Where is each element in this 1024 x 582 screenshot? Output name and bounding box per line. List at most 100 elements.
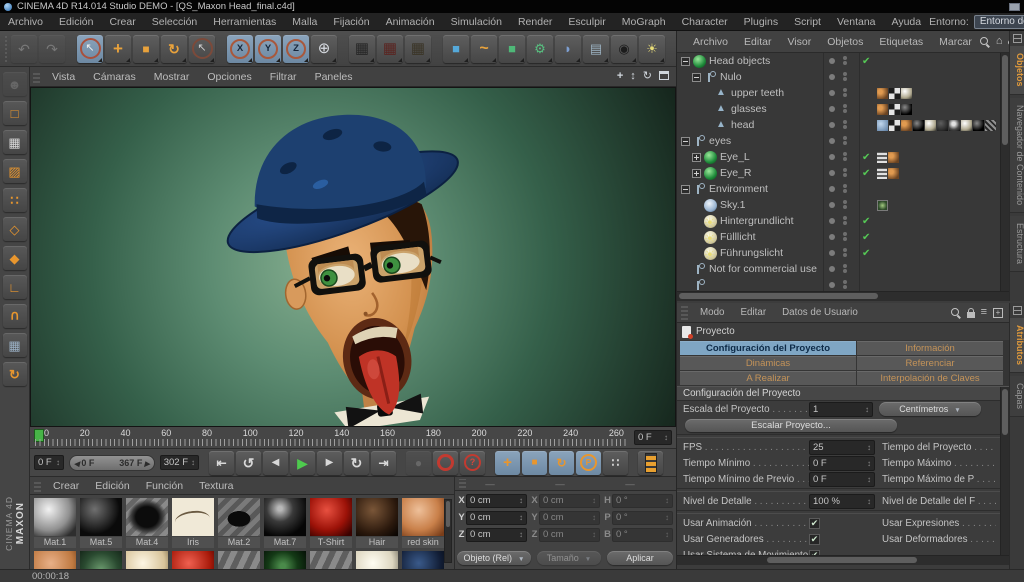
- material-item[interactable]: [80, 551, 122, 569]
- object-tree-row[interactable]: Sky.1: [677, 197, 1009, 213]
- viewport-zoom-icon[interactable]: [630, 71, 636, 82]
- expander-icon[interactable]: [681, 185, 690, 194]
- edges-mode-button[interactable]: [3, 217, 27, 241]
- live-selection-button[interactable]: [77, 35, 103, 63]
- enabled-check-icon[interactable]: [862, 168, 870, 179]
- position-field[interactable]: Z 0 cm: [457, 527, 527, 542]
- attribute-hscrollbar[interactable]: [677, 555, 1009, 565]
- key-parameter-button[interactable]: [576, 451, 601, 475]
- axis-mode-button[interactable]: [3, 275, 27, 299]
- visibility-dot[interactable]: [829, 90, 835, 96]
- scale-project-button[interactable]: Escalar Proyecto...: [685, 419, 897, 432]
- viewport-menu-item[interactable]: Mostrar: [145, 71, 199, 83]
- menu-item[interactable]: Ayuda: [884, 16, 930, 28]
- viewport-menu-item[interactable]: Filtrar: [261, 71, 306, 83]
- spinner-icon[interactable]: [864, 459, 871, 468]
- spinner-icon[interactable]: [188, 458, 195, 467]
- material-item[interactable]: T-Shirt: [310, 498, 352, 548]
- visibility-dot[interactable]: [829, 282, 835, 288]
- convert-sculpt-button[interactable]: [3, 72, 27, 96]
- position-field[interactable]: X 0 cm: [457, 493, 527, 508]
- material-item[interactable]: [356, 551, 398, 569]
- previous-frame-button[interactable]: [263, 451, 288, 475]
- object-manager-menu-item[interactable]: Editar: [736, 36, 779, 48]
- visibility-toggles[interactable]: [843, 120, 847, 129]
- material-item[interactable]: Mat.2: [218, 498, 260, 548]
- viewport-menu-item[interactable]: Paneles: [306, 71, 362, 83]
- size-field[interactable]: Z 0 cm: [530, 527, 600, 542]
- texture-tag[interactable]: [889, 120, 900, 131]
- key-position-button[interactable]: [495, 451, 520, 475]
- expander-icon[interactable]: [703, 121, 712, 130]
- material-item[interactable]: [34, 551, 76, 569]
- visibility-toggles[interactable]: [843, 248, 847, 257]
- split-panel-icon[interactable]: [1013, 306, 1022, 315]
- texture-tag[interactable]: [937, 120, 948, 131]
- viewport-rotate-icon[interactable]: [643, 71, 652, 82]
- key-pla-button[interactable]: [603, 451, 628, 475]
- texture-tag[interactable]: [901, 104, 912, 115]
- visibility-toggles[interactable]: [843, 264, 847, 273]
- visibility-toggles[interactable]: [843, 280, 847, 289]
- parameter-field[interactable]: 25: [809, 440, 875, 455]
- object-tree-row[interactable]: Head objects: [677, 53, 1009, 69]
- object-tree-row[interactable]: [677, 277, 1009, 291]
- visibility-toggles[interactable]: [843, 72, 847, 81]
- viewport-pan-icon[interactable]: [617, 71, 623, 82]
- material-item[interactable]: Hair: [356, 498, 398, 548]
- attribute-tab[interactable]: Dinámicas: [680, 356, 856, 370]
- menu-item[interactable]: Crear: [101, 16, 143, 28]
- visibility-dot[interactable]: [829, 170, 835, 176]
- spinner-icon[interactable]: [661, 433, 668, 442]
- keyframe-selection-button[interactable]: [460, 451, 485, 475]
- lock-icon[interactable]: [967, 312, 975, 318]
- menu-item[interactable]: Plugins: [736, 16, 786, 28]
- coordinate-mode-dropdown[interactable]: Objeto (Rel): [457, 551, 531, 565]
- expander-icon[interactable]: [692, 153, 701, 162]
- visibility-toggles[interactable]: [843, 88, 847, 97]
- play-button[interactable]: [290, 451, 315, 475]
- object-manager-menu-item[interactable]: Marcar: [931, 36, 980, 48]
- coordinate-system-button[interactable]: [311, 35, 337, 63]
- add-spline-button[interactable]: [471, 35, 497, 63]
- object-manager-menu-item[interactable]: Etiquetas: [871, 36, 931, 48]
- scale-tool-button[interactable]: [133, 35, 159, 63]
- visibility-dot[interactable]: [829, 154, 835, 160]
- visibility-dot[interactable]: [829, 266, 835, 272]
- visibility-dot[interactable]: [829, 122, 835, 128]
- material-item[interactable]: Mat.4: [126, 498, 168, 548]
- texture-tag[interactable]: [985, 120, 996, 131]
- material-menu-item[interactable]: Edición: [87, 480, 137, 492]
- visibility-dot[interactable]: [829, 58, 835, 64]
- texture-tag[interactable]: [901, 120, 912, 131]
- texture-tag[interactable]: [888, 168, 899, 179]
- visibility-dot[interactable]: [829, 250, 835, 256]
- loop-button[interactable]: [344, 451, 369, 475]
- search-icon[interactable]: [951, 308, 961, 318]
- workplane-lock-button[interactable]: [3, 333, 27, 357]
- attribute-tab[interactable]: A Realizar: [680, 371, 856, 385]
- expander-icon[interactable]: [692, 169, 701, 178]
- model-mode-button[interactable]: [3, 130, 27, 154]
- lock-z-button[interactable]: [283, 35, 309, 63]
- preview-end-field[interactable]: 302 F: [160, 455, 199, 470]
- enabled-check-icon[interactable]: [862, 152, 870, 163]
- vertical-tab[interactable]: Objetos: [1010, 46, 1024, 95]
- enabled-check-icon[interactable]: [862, 248, 870, 259]
- object-tree-row[interactable]: Hintergrundlicht: [677, 213, 1009, 229]
- material-item[interactable]: Mat.1: [34, 498, 76, 548]
- spinner-icon[interactable]: [516, 530, 523, 539]
- size-mode-dropdown[interactable]: Tamaño: [537, 551, 601, 565]
- parameter-field[interactable]: 0 F: [809, 472, 875, 487]
- expander-icon[interactable]: [681, 57, 690, 66]
- attribute-tab[interactable]: Referenciar: [857, 356, 1003, 370]
- panel-grip[interactable]: [34, 480, 41, 492]
- record-button[interactable]: [406, 451, 431, 475]
- vertical-tab[interactable]: Atributos: [1010, 318, 1024, 373]
- texture-tag[interactable]: [888, 152, 899, 163]
- menu-item[interactable]: Edición: [51, 16, 101, 28]
- menu-item[interactable]: Selección: [144, 16, 206, 28]
- snap-button[interactable]: [3, 304, 27, 328]
- object-tree-row[interactable]: Führungslicht: [677, 245, 1009, 261]
- split-panel-icon[interactable]: [1013, 34, 1022, 43]
